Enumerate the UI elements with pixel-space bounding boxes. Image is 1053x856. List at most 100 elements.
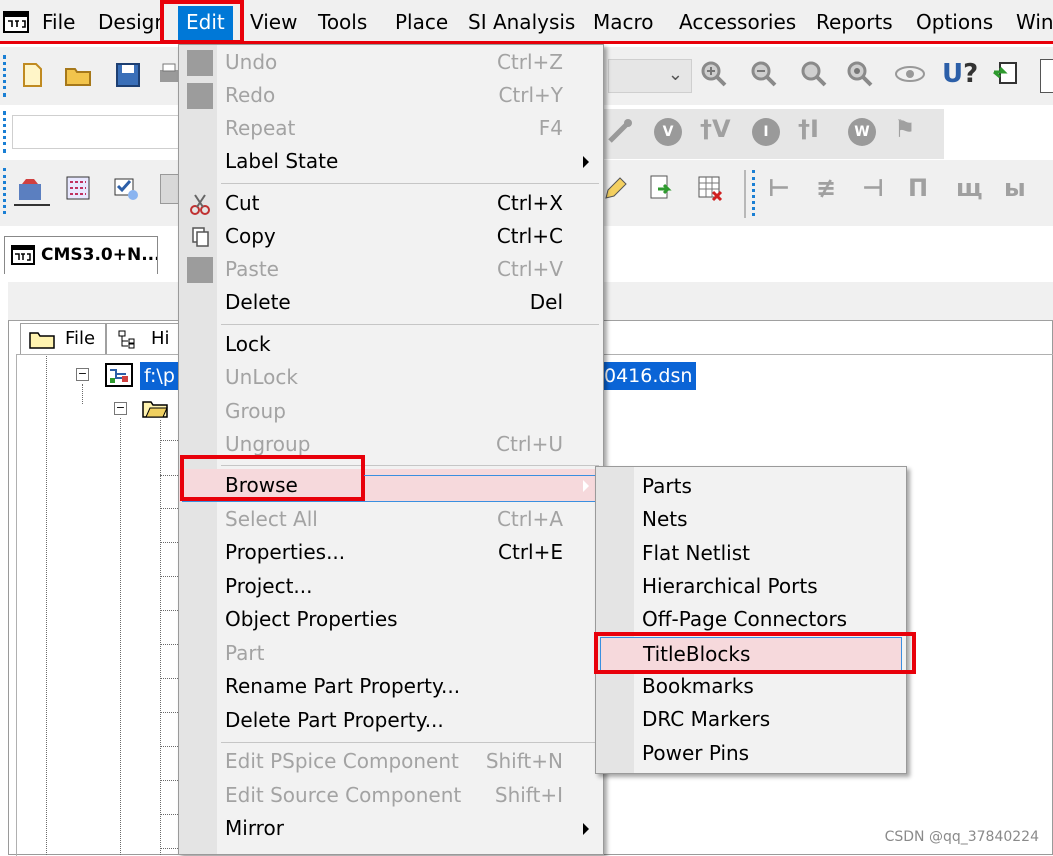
tab-file[interactable]: File <box>20 323 106 355</box>
menu-item-label: Edit Source Component <box>225 783 462 807</box>
submenu-item-flat-netlist[interactable]: Flat Netlist <box>596 537 906 570</box>
toolbar-grip[interactable] <box>3 111 10 153</box>
menu-item-delete[interactable]: Delete Del <box>179 286 603 319</box>
toolbar-separator <box>744 170 746 218</box>
new-icon[interactable] <box>18 61 46 89</box>
zoom-area-icon[interactable] <box>800 60 828 88</box>
menu-edit[interactable]: Edit <box>178 6 233 40</box>
menu-item-edit-source-component[interactable]: Edit Source Component Shift+I <box>179 779 603 812</box>
menu-item-mirror[interactable]: Mirror <box>179 812 603 845</box>
menu-item-label-state[interactable]: Label State <box>179 145 603 178</box>
menu-reports[interactable]: Reports <box>814 6 895 40</box>
menu-item-repeat[interactable]: Repeat F4 <box>179 112 603 145</box>
voltage-probe-icon[interactable]: V <box>654 118 682 146</box>
menu-item-label: Part <box>225 641 265 665</box>
print-icon[interactable] <box>158 61 178 89</box>
netlist-icon[interactable] <box>64 174 92 202</box>
tree-line <box>160 746 178 747</box>
save-icon[interactable] <box>114 61 142 89</box>
menu-separator <box>221 183 599 184</box>
align-right-icon[interactable]: ⊣ <box>862 174 884 202</box>
menu-item-properties[interactable]: Properties... Ctrl+E <box>179 536 603 569</box>
toolbar-overflow[interactable] <box>1040 59 1053 93</box>
align-top-icon[interactable]: П <box>908 174 928 202</box>
toolbar-grip[interactable] <box>752 170 759 216</box>
menu-item-redo[interactable]: Redo Ctrl+Y <box>179 79 603 112</box>
tab-hierarchy-label: Hi <box>151 328 170 349</box>
power-probe-icon[interactable]: W <box>848 118 876 146</box>
menu-macro[interactable]: Macro <box>591 6 656 40</box>
menu-item-project[interactable]: Project... <box>179 570 603 603</box>
menu-item-select-all[interactable]: Select All Ctrl+A <box>179 503 603 536</box>
menu-item-lock[interactable]: Lock <box>179 328 603 361</box>
menu-place[interactable]: Place <box>393 6 450 40</box>
forward-icon[interactable] <box>648 174 676 202</box>
partial-icon[interactable] <box>160 174 180 204</box>
zoom-combo[interactable]: ⌄ <box>608 59 692 93</box>
help-icon[interactable]: U? <box>942 59 978 89</box>
open-icon[interactable] <box>64 61 92 89</box>
submenu-item-titleblocks[interactable]: TitleBlocks <box>600 637 902 672</box>
menu-item-group[interactable]: Group <box>179 395 603 428</box>
menu-item-edit-pspice-component[interactable]: Edit PSpice Component Shift+N <box>179 745 603 778</box>
collapse-toggle-icon[interactable]: − <box>114 402 127 415</box>
tree-line <box>160 712 178 713</box>
menu-item-label: Mirror <box>225 816 284 840</box>
project-manager-icon[interactable] <box>16 176 44 204</box>
toolbar-grip[interactable] <box>3 168 10 214</box>
align-left-icon[interactable]: ⊢ <box>768 174 790 202</box>
submenu-arrow-icon <box>583 823 589 835</box>
menu-file[interactable]: File <box>40 6 77 40</box>
submenu-item-bookmarks[interactable]: Bookmarks <box>596 670 906 703</box>
submenu-item-power-pins[interactable]: Power Pins <box>596 737 906 770</box>
submenu-item-nets[interactable]: Nets <box>596 503 906 536</box>
tab-hierarchy[interactable]: Hi <box>106 323 180 355</box>
back-annotate-icon[interactable] <box>992 60 1020 88</box>
menu-view[interactable]: View <box>248 6 299 40</box>
menu-window[interactable]: Window <box>1014 6 1053 40</box>
menu-item-delete-part-property[interactable]: Delete Part Property... <box>179 704 603 737</box>
marker-icon[interactable]: ⚑ <box>894 115 916 143</box>
align-middle-icon[interactable]: щ <box>956 174 983 202</box>
menu-item-paste[interactable]: Paste Ctrl+V <box>179 253 603 286</box>
menu-options[interactable]: Options <box>914 6 995 40</box>
menu-item-rename-part-property[interactable]: Rename Part Property... <box>179 670 603 703</box>
tree-line <box>160 610 178 611</box>
menu-item-ungroup[interactable]: Ungroup Ctrl+U <box>179 428 603 461</box>
toolbar-grip[interactable] <box>3 55 10 97</box>
menu-si-analysis[interactable]: SI Analysis <box>466 6 577 40</box>
align-bottom-icon[interactable]: ы <box>1004 174 1026 202</box>
tree-node-design-suffix[interactable]: 0416.dsn <box>600 362 697 390</box>
submenu-item-parts[interactable]: Parts <box>596 470 906 503</box>
drc-icon[interactable] <box>112 174 140 202</box>
menu-item-shortcut: Ctrl+U <box>496 432 563 456</box>
current-probe-icon[interactable]: I <box>752 118 780 146</box>
document-tab[interactable]: CMS3.0+N... <box>4 236 158 274</box>
zoom-all-icon[interactable] <box>846 60 874 88</box>
view-icon[interactable] <box>894 64 926 84</box>
zoom-out-icon[interactable] <box>750 60 778 88</box>
collapse-toggle-icon[interactable]: − <box>76 368 89 381</box>
menu-accessories[interactable]: Accessories <box>677 6 798 40</box>
menu-item-cut[interactable]: Cut Ctrl+X <box>179 187 603 220</box>
menu-item-unlock[interactable]: UnLock <box>179 361 603 394</box>
menu-item-copy[interactable]: Copy Ctrl+C <box>179 220 603 253</box>
menu-item-label: Select All <box>225 507 318 531</box>
menu-item-browse[interactable]: Browse <box>179 469 603 502</box>
search-combo[interactable] <box>12 115 182 149</box>
edit-icon[interactable] <box>600 174 628 202</box>
menu-tools[interactable]: Tools <box>316 6 369 40</box>
submenu-item-drc-markers[interactable]: DRC Markers <box>596 703 906 736</box>
submenu-item-hierarchical-ports[interactable]: Hierarchical Ports <box>596 570 906 603</box>
align-center-icon[interactable]: ≢ <box>816 174 836 202</box>
menu-item-part[interactable]: Part <box>179 637 603 670</box>
menu-item-object-properties[interactable]: Object Properties <box>179 603 603 636</box>
delete-table-icon[interactable] <box>696 174 724 202</box>
menu-item-undo[interactable]: Undo Ctrl+Z <box>179 46 603 79</box>
menu-design[interactable]: Design <box>96 6 162 40</box>
voltage-diff-icon[interactable]: †V <box>700 115 731 143</box>
submenu-item-off-page-connectors[interactable]: Off-Page Connectors <box>596 603 906 636</box>
zoom-in-icon[interactable] <box>700 60 728 88</box>
current-diff-icon[interactable]: †I <box>798 115 819 143</box>
wire-tool-icon[interactable] <box>606 117 634 145</box>
